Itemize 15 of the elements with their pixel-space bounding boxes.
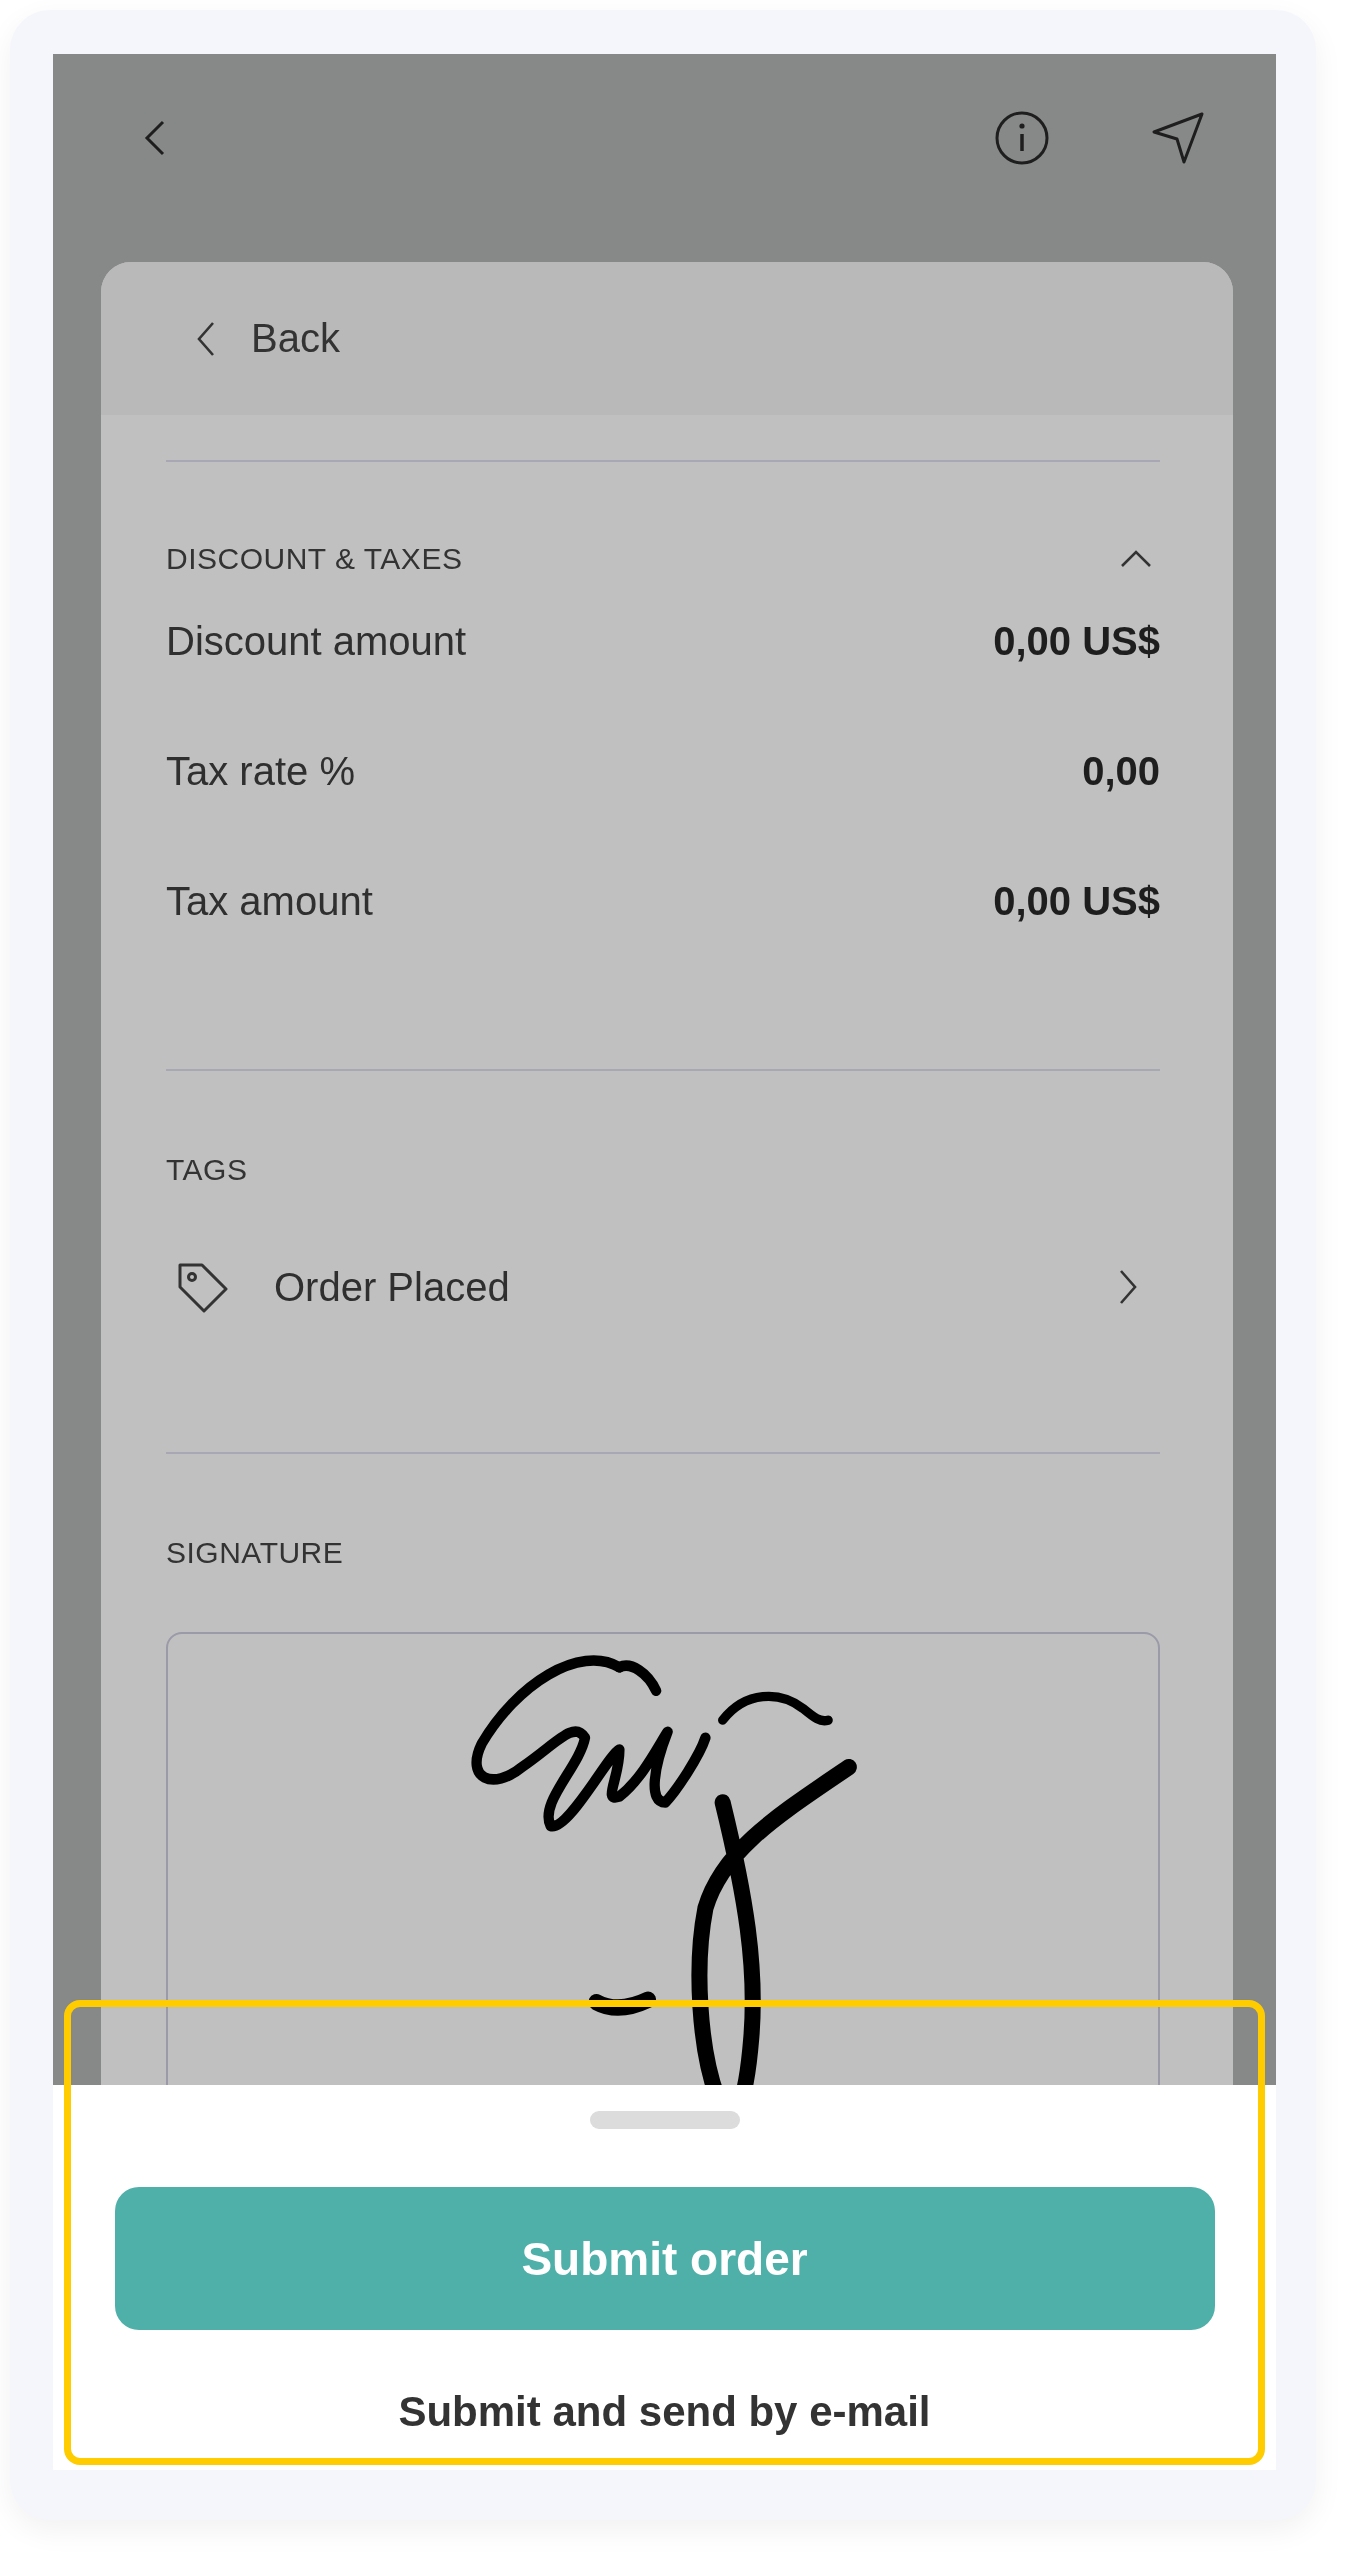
section-title: TAGS: [166, 1153, 249, 1187]
section-title: SIGNATURE: [166, 1536, 345, 1570]
field-value: 0,00 US$: [993, 618, 1160, 664]
field-label: Discount amount: [166, 618, 467, 664]
send-icon[interactable]: [1150, 110, 1206, 166]
submit-email-button[interactable]: Submit and send by e-mail: [388, 2384, 941, 2440]
field-value: 0,00 US$: [993, 878, 1160, 924]
field-label: Tax rate %: [166, 748, 355, 794]
back-button[interactable]: Back: [191, 316, 340, 361]
field-value: 0,00: [1082, 748, 1160, 794]
info-icon[interactable]: [994, 110, 1050, 166]
section-title: DISCOUNT & TAXES: [166, 542, 463, 576]
field-label: Tax amount: [166, 878, 373, 924]
tag-label[interactable]: Order Placed: [274, 1264, 1116, 1310]
drag-handle[interactable]: [589, 2111, 740, 2129]
